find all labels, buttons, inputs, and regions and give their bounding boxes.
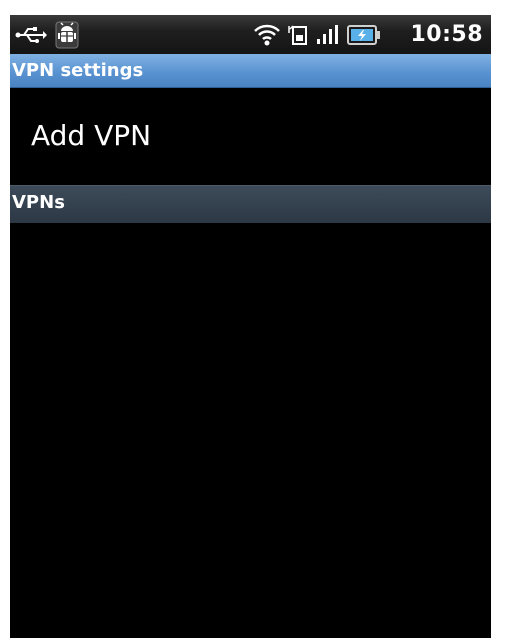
wifi-icon xyxy=(252,15,282,54)
signal-signal-strength-icon xyxy=(314,15,344,54)
vpns-category-label: VPNs xyxy=(12,192,65,213)
add-vpn-button[interactable]: Add VPN xyxy=(10,88,491,185)
phone-screen: 10:58 VPN settings Add VPN VPNs xyxy=(10,15,491,638)
add-vpn-label: Add VPN xyxy=(31,119,152,152)
usb-icon xyxy=(14,15,48,54)
page-title: VPN settings xyxy=(12,60,144,81)
status-bar: 10:58 xyxy=(10,15,491,54)
status-bar-clock: 10:58 xyxy=(410,22,483,47)
vpns-category-header: VPNs xyxy=(10,185,491,223)
sim-icon xyxy=(285,15,311,54)
debug-icon xyxy=(52,15,82,54)
battery-icon xyxy=(346,15,382,54)
title-bar: VPN settings xyxy=(10,54,491,88)
